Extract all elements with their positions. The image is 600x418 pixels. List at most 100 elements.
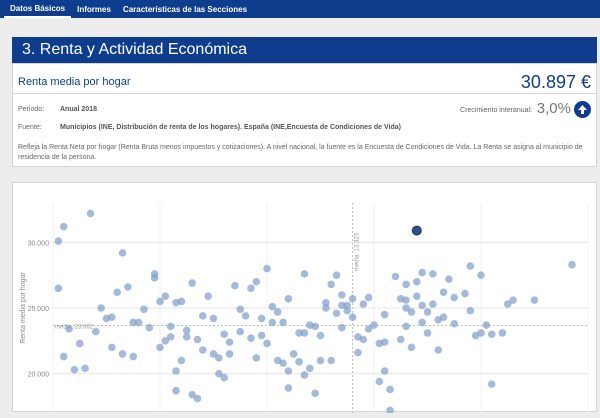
data-point [59, 222, 68, 231]
data-point [407, 343, 416, 352]
data-point [423, 329, 432, 337]
data-point [386, 406, 394, 415]
data-point [338, 323, 346, 332]
data-point [209, 314, 218, 323]
data-point [279, 359, 287, 367]
data-point [322, 298, 330, 307]
data-point [418, 268, 426, 277]
data-point [118, 350, 127, 358]
data-point [295, 358, 303, 366]
median-x-label: media: 13.323 [355, 232, 361, 271]
data-point [188, 279, 196, 287]
data-point [461, 289, 469, 298]
data-point [75, 339, 84, 348]
data-point [177, 356, 186, 365]
data-point [172, 386, 180, 395]
nav-tab-2[interactable]: Características de las Secciones [117, 0, 253, 18]
data-point [466, 306, 475, 315]
data-point [375, 339, 384, 348]
data-point [439, 288, 448, 297]
data-point [97, 304, 105, 312]
nav-tab-1[interactable]: Informes [71, 0, 117, 18]
data-point [225, 338, 234, 346]
data-point [396, 335, 405, 344]
top-navigation: Datos Básicos Informes Características de … [0, 0, 600, 18]
data-point [509, 296, 517, 304]
data-point [118, 249, 127, 257]
nav-tab-0[interactable]: Datos Básicos [4, 0, 72, 18]
data-point [273, 308, 282, 316]
data-point [327, 280, 336, 289]
data-point [156, 343, 164, 352]
indicator-description: Refleja la Renta Neta por hogar (Renta B… [18, 144, 583, 161]
data-point [252, 277, 261, 286]
data-point [450, 319, 459, 328]
data-point [380, 310, 389, 319]
data-point [300, 329, 309, 337]
data-point [263, 339, 271, 348]
data-point [193, 394, 202, 403]
periodo-label: Periodo: [18, 106, 45, 113]
data-point [257, 314, 266, 323]
data-point [193, 335, 202, 344]
data-point [359, 300, 368, 308]
data-point [204, 292, 212, 300]
data-point [279, 318, 287, 327]
data-point [439, 313, 448, 321]
data-point [220, 330, 228, 339]
data-point [236, 305, 245, 314]
data-point [418, 318, 426, 327]
data-point [445, 275, 453, 283]
data-point [338, 291, 346, 299]
data-point [316, 356, 325, 365]
data-point [429, 270, 437, 278]
median-y-label: media: 23.662 [55, 325, 94, 331]
data-point [215, 354, 223, 362]
data-point [343, 306, 352, 315]
data-point [413, 292, 421, 300]
data-point [70, 365, 79, 374]
data-point [199, 312, 207, 320]
data-point [241, 312, 250, 320]
data-point [466, 262, 475, 270]
data-point [102, 314, 111, 323]
data-point [402, 304, 410, 312]
data-point [140, 305, 148, 314]
fuente-value: Municipios (INE, Distribución de renta d… [60, 124, 401, 131]
data-point [284, 384, 293, 392]
growth-label: Crecimiento interanual: [460, 107, 532, 114]
data-point [477, 271, 485, 279]
data-point [54, 284, 63, 293]
data-point [108, 343, 116, 352]
data-point [530, 296, 539, 304]
data-point [182, 326, 191, 335]
data-point [413, 277, 421, 286]
data-point [380, 367, 389, 375]
growth-value: 3,0% [536, 100, 571, 117]
data-point [568, 260, 576, 269]
data-point [289, 350, 298, 358]
scatter-chart: 30.000 25.000 20.000 Renta media por hogar m… [20, 203, 589, 415]
y-tick-label: 30.000 [28, 240, 50, 247]
data-point [134, 318, 143, 327]
data-point [236, 327, 245, 336]
data-point [418, 301, 426, 310]
data-point [402, 280, 410, 289]
data-point [161, 292, 170, 300]
data-point [482, 321, 491, 329]
highlight-point [411, 225, 422, 236]
data-point [161, 337, 170, 345]
data-point [316, 331, 325, 340]
scatter-chart-card: 30.000 25.000 20.000 Renta media por hogar m… [12, 182, 597, 415]
indicator-title: Renta media por hogar [18, 76, 131, 88]
data-point [429, 300, 437, 308]
data-point [391, 272, 400, 281]
data-point [247, 334, 255, 342]
data-point [268, 318, 277, 327]
data-point [359, 335, 368, 344]
data-point [145, 323, 154, 332]
data-point [284, 367, 293, 375]
y-tick-label: 25.000 [28, 306, 50, 313]
data-point [263, 264, 271, 273]
data-point [423, 308, 432, 316]
